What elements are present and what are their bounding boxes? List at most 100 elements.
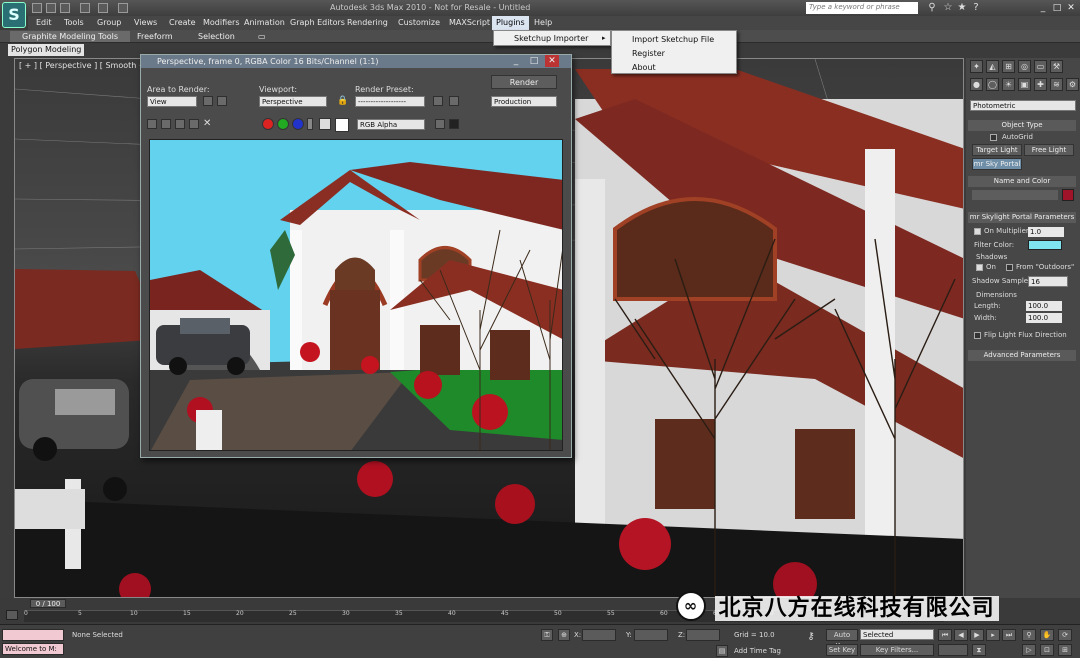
modify-tab-icon[interactable]: ◭ [986,60,999,73]
about-item[interactable]: About [632,63,656,72]
menu-group[interactable]: Group [97,18,121,27]
favorites-star-icon[interactable]: ★ [956,2,968,14]
width-spinner[interactable]: 100.0 [1026,313,1062,323]
minimize-icon[interactable]: _ [1036,2,1050,14]
print-image-icon[interactable] [189,119,199,129]
name-and-color-rollout[interactable]: Name and Color [968,176,1076,187]
menu-customize[interactable]: Customize [398,18,440,27]
lock-icon[interactable]: 🔒 [337,96,348,106]
object-type-rollout[interactable]: Object Type [968,120,1076,131]
go-to-end-icon[interactable]: ⏭ [1002,629,1016,641]
maxscript-mini-listener[interactable] [2,629,64,641]
render-preset-select[interactable]: ------------------- [355,96,425,107]
open-file-icon[interactable] [46,3,56,13]
display-tab-icon[interactable]: ▭ [1034,60,1047,73]
menu-help[interactable]: Help [534,18,552,27]
maximize-icon[interactable]: □ [1050,2,1064,14]
tab-selection[interactable]: Selection [198,31,235,42]
project-folder-icon[interactable] [118,3,128,13]
green-channel-icon[interactable] [277,118,289,130]
object-name-field[interactable] [972,190,1058,200]
monochrome-icon[interactable] [319,118,331,130]
swatch-icon[interactable] [335,118,349,132]
hierarchy-tab-icon[interactable]: ⊞ [1002,60,1015,73]
skylight-portal-params-rollout[interactable]: mr Skylight Portal Parameters [968,212,1076,223]
set-key-mode-icon[interactable]: ⚷ [800,631,822,643]
tab-graphite-modeling-tools[interactable]: Graphite Modeling Tools [10,31,131,42]
transform-mode-icon[interactable]: ⊕ [558,629,570,641]
menu-plugins[interactable]: Plugins [492,16,529,30]
sketchup-importer-menu-item[interactable]: Sketchup Importer [514,34,588,43]
time-config-icon[interactable]: ⧗ [972,644,986,656]
next-frame-icon[interactable]: ▸ [986,629,1000,641]
pan-icon[interactable]: ✋ [1040,629,1054,641]
y-coordinate-field[interactable] [634,629,668,641]
menu-rendering[interactable]: Rendering [347,18,388,27]
menu-animation[interactable]: Animation [244,18,285,27]
helpers-icon[interactable]: ✚ [1034,78,1047,91]
autogrid-checkbox[interactable] [990,134,997,141]
toggle-ui-icon[interactable] [449,119,459,129]
lights-icon[interactable]: ☀ [1002,78,1015,91]
render-maximize-icon[interactable]: □ [527,55,541,67]
orbit-icon[interactable]: ⟳ [1058,629,1072,641]
systems-icon[interactable]: ⚙ [1066,78,1079,91]
object-color-swatch[interactable] [1062,189,1074,201]
rendered-image[interactable] [149,139,563,451]
shapes-icon[interactable]: ◯ [986,78,999,91]
utilities-tab-icon[interactable]: ⚒ [1050,60,1063,73]
time-slider[interactable]: 0 / 100 [30,599,66,608]
render-button[interactable]: Render [491,75,557,89]
length-spinner[interactable]: 100.0 [1026,301,1062,311]
motion-tab-icon[interactable]: ◎ [1018,60,1031,73]
render-setup-icon[interactable] [433,96,443,106]
alpha-channel-icon[interactable] [307,118,313,130]
x-coordinate-field[interactable] [582,629,616,641]
edit-region-icon[interactable] [203,96,213,106]
menu-modifiers[interactable]: Modifiers [203,18,240,27]
flip-flux-checkbox[interactable] [974,332,981,339]
key-selection-set-select[interactable]: Selected [860,629,934,640]
light-category-select[interactable]: Photometric [970,100,1076,111]
mr-sky-portal-button[interactable]: mr Sky Portal [972,158,1022,170]
redo-icon[interactable] [98,3,108,13]
menu-graph-editors[interactable]: Graph Editors [290,18,345,27]
maxscript-listener-field[interactable]: Welcome to M: [2,643,64,655]
binoculars-icon[interactable]: ⚲ [926,2,938,14]
previous-frame-icon[interactable]: ◀ [954,629,968,641]
production-select[interactable]: Production [491,96,557,107]
shadows-on-checkbox[interactable] [976,264,983,271]
render-window-title-bar[interactable]: Perspective, frame 0, RGBA Color 16 Bits… [141,55,571,68]
filter-color-swatch[interactable] [1028,240,1062,250]
tab-freeform[interactable]: Freeform [137,31,173,42]
current-frame-field[interactable] [938,644,968,656]
search-input[interactable]: Type a keyword or phrase [806,2,918,14]
free-light-button[interactable]: Free Light [1024,144,1074,156]
polygon-modeling-panel[interactable]: Polygon Modeling [8,44,85,56]
viewport-select[interactable]: Perspective [259,96,327,107]
help-icon[interactable]: ? [970,2,982,14]
maximize-viewport-icon[interactable]: ⊞ [1058,644,1072,656]
app-logo-icon[interactable]: S [2,2,26,28]
space-warps-icon[interactable]: ≋ [1050,78,1063,91]
environment-effects-icon[interactable] [449,96,459,106]
area-to-render-select[interactable]: View [147,96,197,107]
save-image-icon[interactable] [147,119,157,129]
menu-create[interactable]: Create [169,18,196,27]
clear-image-icon[interactable]: ✕ [203,119,213,129]
time-tag-icon[interactable]: ▤ [716,645,728,657]
play-icon[interactable]: ▶ [970,629,984,641]
clone-window-icon[interactable] [175,119,185,129]
advanced-parameters-rollout[interactable]: Advanced Parameters [968,350,1076,361]
register-item[interactable]: Register [632,49,665,58]
on-checkbox[interactable] [974,228,981,235]
from-outdoors-checkbox[interactable] [1006,264,1013,271]
render-minimize-icon[interactable]: _ [509,55,523,67]
cameras-icon[interactable]: ▣ [1018,78,1031,91]
add-time-tag[interactable]: Add Time Tag [734,647,781,655]
shadow-samples-select[interactable]: 16 [1028,276,1068,287]
go-to-start-icon[interactable]: ⏮ [938,629,952,641]
menu-maxscript[interactable]: MAXScript [449,18,490,27]
field-of-view-icon[interactable]: ▷ [1022,644,1036,656]
red-channel-icon[interactable] [262,118,274,130]
